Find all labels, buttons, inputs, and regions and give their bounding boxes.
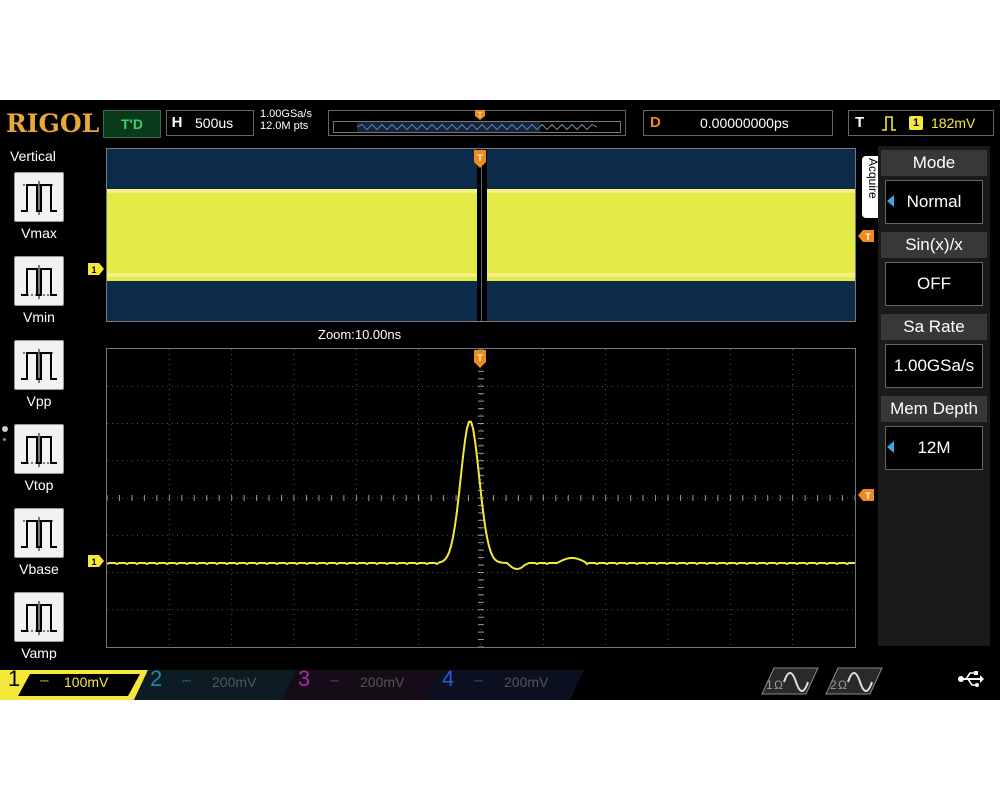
selector-arrow-icon bbox=[887, 195, 894, 207]
overview-trigger-letter: T bbox=[477, 153, 483, 163]
vmin-icon bbox=[21, 265, 57, 299]
dc-coupling-icon: ⎓ bbox=[474, 675, 483, 687]
measure-vmax-button[interactable] bbox=[14, 172, 64, 222]
measure-vbase-label: Vbase bbox=[19, 561, 59, 577]
channel-scale: 200mV bbox=[212, 674, 257, 690]
zoom-overview-window[interactable] bbox=[106, 148, 856, 322]
channel-number: 4 bbox=[442, 666, 455, 691]
generator-1-button[interactable]: 1Ω bbox=[760, 666, 820, 696]
zoom-window-marker bbox=[477, 149, 487, 321]
left-measure-menu: Vertical Vmax Vmin Vpp Vtop Vbase Vamp bbox=[0, 146, 70, 666]
sample-rate-text: 1.00GSa/s bbox=[260, 108, 312, 120]
left-menu-title: Vertical bbox=[10, 148, 56, 164]
dc-coupling-icon: ⎓ bbox=[40, 675, 49, 687]
sa-rate-softkey[interactable]: Sa Rate 1.00GSa/s bbox=[881, 314, 987, 390]
timebase-value: 500us bbox=[195, 115, 234, 131]
channel-number: 3 bbox=[298, 666, 311, 691]
sa-rate-title: Sa Rate bbox=[881, 314, 987, 340]
usb-icon bbox=[958, 670, 984, 693]
generator-number: 2 bbox=[830, 678, 837, 692]
brand-logo: RIGOL bbox=[6, 109, 100, 138]
measure-vbase-button[interactable] bbox=[14, 508, 64, 558]
vpp-icon bbox=[21, 349, 57, 383]
generator-unit: Ω bbox=[774, 678, 783, 692]
dc-coupling-icon: ⎓ bbox=[330, 675, 339, 687]
run-status-button[interactable]: T'D bbox=[103, 110, 161, 138]
horizontal-delay[interactable]: D 0.00000000ps bbox=[643, 110, 833, 136]
right-softkey-menu: Mode Normal Sin(x)/x OFF Sa Rate 1.00GSa/s Mem… bbox=[878, 146, 990, 646]
trigger-source-badge: 1 bbox=[909, 116, 923, 130]
measure-vtop-button[interactable] bbox=[14, 424, 64, 474]
horizontal-timebase[interactable]: H 500us bbox=[166, 110, 254, 136]
channel-scale: 200mV bbox=[504, 674, 549, 690]
trigger-info[interactable]: T 1 182mV bbox=[848, 110, 994, 136]
acquisition-info: 1.00GSa/s 12.0M pts bbox=[260, 108, 312, 132]
channel-scale: 200mV bbox=[360, 674, 405, 690]
overview-channel-marker-label: 1 bbox=[91, 265, 96, 275]
channel-scale: 100mV bbox=[64, 674, 109, 690]
generator-number: 1 bbox=[766, 678, 773, 692]
mode-title: Mode bbox=[881, 150, 987, 176]
measure-vmin-label: Vmin bbox=[23, 309, 55, 325]
sin-x-x-title: Sin(x)/x bbox=[881, 232, 987, 258]
horizontal-letter: H bbox=[171, 114, 183, 131]
trigger-position-letter: T bbox=[477, 353, 483, 363]
zoom-window-center-line bbox=[481, 149, 482, 321]
measure-vamp-button[interactable] bbox=[14, 592, 64, 642]
mem-depth-title: Mem Depth bbox=[881, 396, 987, 422]
measure-vtop-label: Vtop bbox=[24, 477, 54, 493]
vtop-icon bbox=[21, 433, 57, 467]
vmax-icon bbox=[21, 181, 57, 215]
sa-rate-value: 1.00GSa/s bbox=[885, 344, 983, 388]
mode-softkey[interactable]: Mode Normal bbox=[881, 150, 987, 226]
selector-arrow-icon bbox=[887, 441, 894, 453]
channel-1-offset-marker-icon[interactable]: 1 bbox=[88, 555, 104, 567]
channel-status-bar: 1 ⎓ 100mV 2 ⎓ 200mV 3 ⎓ 200mV 4 ⎓ 200mV 1Ω2Ω bbox=[0, 660, 1000, 700]
top-status-bar: RIGOL T'D H 500us 1.00GSa/s 12.0M pts T … bbox=[0, 100, 1000, 144]
rising-edge-icon bbox=[882, 116, 896, 131]
trigger-level-marker-icon[interactable]: T bbox=[858, 489, 874, 501]
sin-x-x-softkey[interactable]: Sin(x)/x OFF bbox=[881, 232, 987, 308]
memory-trigger-marker-icon: T bbox=[475, 110, 485, 120]
mode-value: Normal bbox=[885, 180, 983, 224]
measure-vpp-button[interactable] bbox=[14, 340, 64, 390]
channel-number: 1 bbox=[8, 666, 21, 691]
overview-trigger-level-letter: T bbox=[865, 232, 871, 242]
delay-letter: D bbox=[650, 114, 661, 131]
overview-trigger-position-icon: T bbox=[474, 150, 486, 168]
mem-depth-softkey[interactable]: Mem Depth 12M bbox=[881, 396, 987, 472]
memory-position-bar[interactable]: T bbox=[328, 110, 626, 136]
overview-trigger-level-marker-icon: T bbox=[858, 230, 874, 242]
dc-coupling-icon: ⎓ bbox=[182, 675, 191, 687]
trigger-level-value: 182mV bbox=[931, 115, 976, 131]
memory-trigger-letter: T bbox=[478, 112, 483, 119]
mem-depth-value: 12M bbox=[885, 426, 983, 470]
oscilloscope-screen: RIGOL T'D H 500us 1.00GSa/s 12.0M pts T … bbox=[0, 100, 1000, 700]
generator-2-button[interactable]: 2Ω bbox=[824, 666, 884, 696]
zoom-timebase-label: Zoom:10.00ns bbox=[318, 327, 402, 342]
delay-value: 0.00000000ps bbox=[700, 115, 789, 131]
measure-vpp-label: Vpp bbox=[26, 393, 52, 409]
trigger-position-icon: T bbox=[474, 350, 486, 368]
channel-1-offset-label: 1 bbox=[91, 557, 96, 567]
trigger-letter: T bbox=[855, 114, 865, 131]
overview-channel-marker-icon: 1 bbox=[88, 263, 104, 275]
main-waveform-grid[interactable] bbox=[106, 348, 856, 648]
grid-and-trace bbox=[106, 348, 856, 648]
sin-x-x-value: OFF bbox=[885, 262, 983, 306]
memory-points-text: 12.0M pts bbox=[260, 120, 309, 132]
channel-number: 2 bbox=[150, 666, 163, 691]
measure-vamp-label: Vamp bbox=[21, 645, 57, 661]
measure-vmax-label: Vmax bbox=[21, 225, 57, 241]
vbase-icon bbox=[21, 517, 57, 551]
menu-page-indicator bbox=[2, 426, 8, 441]
measure-vmin-button[interactable] bbox=[14, 256, 64, 306]
trigger-level-letter: T bbox=[865, 491, 871, 501]
memory-waveform-preview bbox=[333, 121, 621, 133]
generator-unit: Ω bbox=[838, 678, 847, 692]
vamp-icon bbox=[21, 601, 57, 635]
